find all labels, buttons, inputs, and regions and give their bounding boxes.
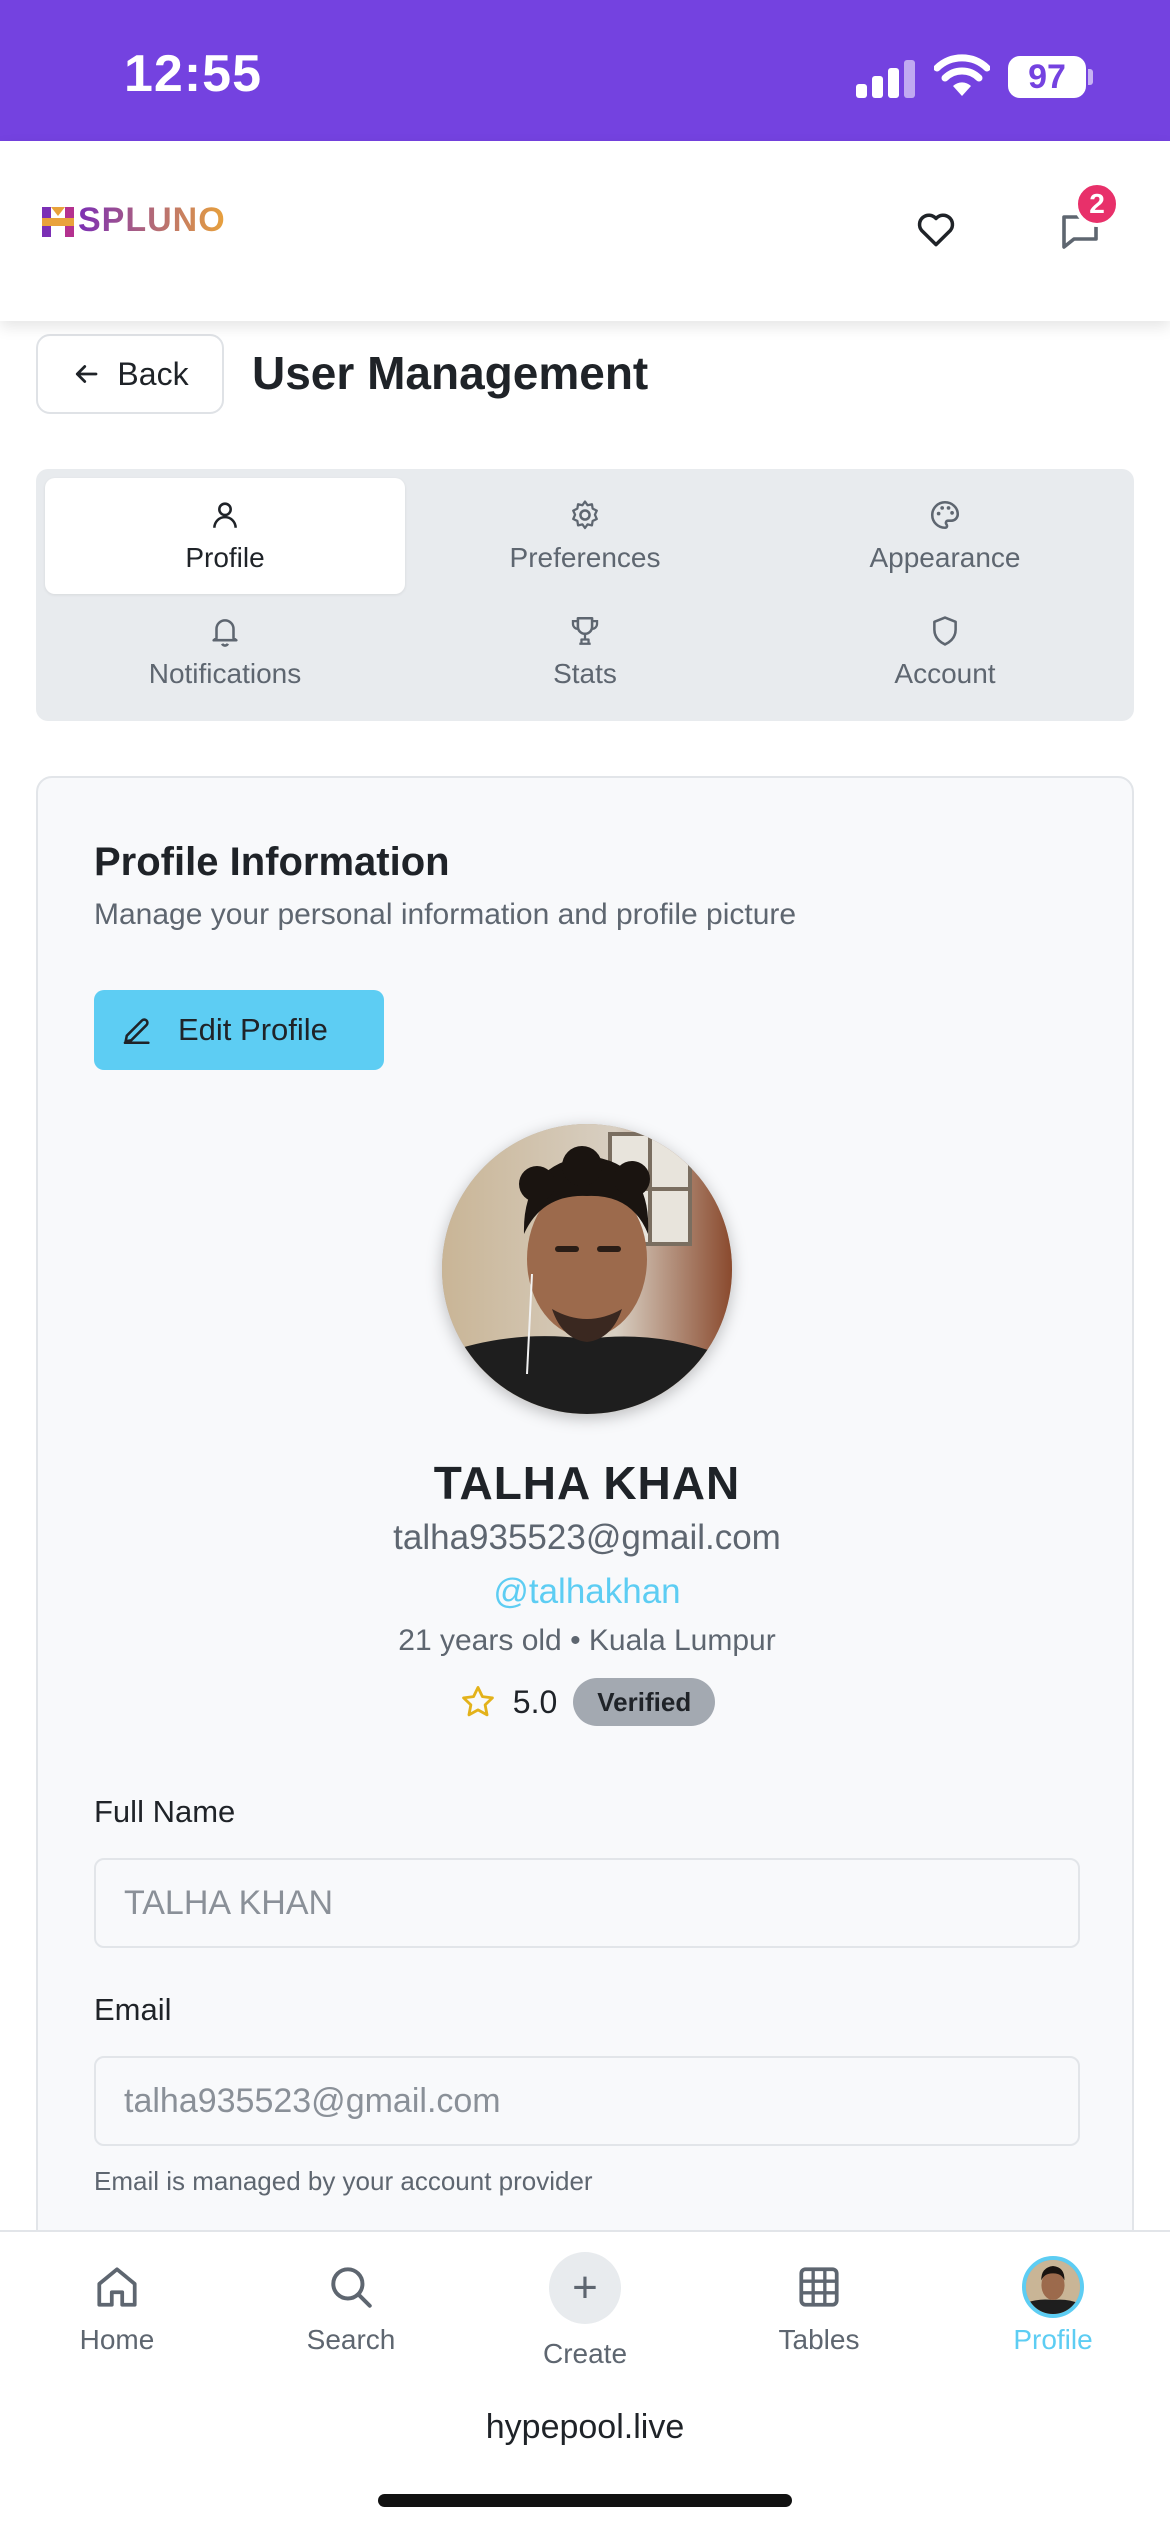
avatar-photo	[1026, 2260, 1080, 2314]
nav-profile[interactable]: Profile	[936, 2232, 1170, 2378]
tab-label: Account	[894, 658, 996, 689]
nav-label: Create	[542, 2338, 628, 2369]
edit-profile-label: Edit Profile	[178, 1012, 328, 1047]
nav-label: Home	[79, 2324, 155, 2355]
full-name-label: Full Name	[94, 1794, 236, 1829]
tab-profile[interactable]: Profile	[45, 478, 405, 594]
profile-username[interactable]: @talhakhan	[38, 1572, 1136, 1612]
profile-name: TALHA KHAN	[433, 1457, 741, 1509]
tab-preferences[interactable]: Preferences	[405, 478, 765, 594]
tab-notifications[interactable]: Notifications	[45, 594, 405, 710]
nav-create[interactable]: + Create	[468, 2232, 702, 2378]
avatar	[1022, 2256, 1084, 2318]
status-time: 12:55	[124, 45, 262, 103]
nav-label: Search	[306, 2324, 396, 2355]
heart-icon[interactable]	[914, 207, 958, 251]
tab-label: Stats	[553, 658, 617, 689]
gear-icon	[572, 500, 598, 530]
pencil-icon	[123, 1018, 150, 1045]
profile-email: talha935523@gmail.com	[393, 1518, 781, 1557]
trophy-icon	[571, 616, 599, 645]
logo-mark-icon	[42, 206, 74, 237]
tab-stats[interactable]: Stats	[405, 594, 765, 710]
profile-avatar[interactable]	[442, 1124, 732, 1414]
email-hint: Email is managed by your account provide…	[94, 2166, 593, 2196]
email-field[interactable]	[94, 2056, 1080, 2146]
arrow-left-icon	[76, 365, 98, 383]
chat-badge: 2	[1074, 181, 1120, 227]
bell-icon	[212, 619, 238, 647]
profile-meta: 21 years old • Kuala Lumpur	[398, 1624, 776, 1657]
tab-account[interactable]: Account	[765, 594, 1125, 710]
rating-value: 5.0	[512, 1683, 558, 1720]
nav-tables[interactable]: Tables	[702, 2232, 936, 2378]
nav-home[interactable]: Home	[0, 2232, 234, 2378]
battery-indicator: 97	[1008, 56, 1086, 98]
plus-icon: +	[549, 2252, 621, 2324]
battery-tip	[1088, 69, 1093, 85]
tab-label: Profile	[185, 542, 265, 573]
tab-label: Preferences	[509, 542, 661, 573]
verified-badge: Verified	[573, 1678, 716, 1726]
page-title: User Management	[252, 347, 649, 399]
bottom-nav: Home Search + Create Tables Profile	[0, 2230, 1170, 2376]
email-label: Email	[94, 1992, 172, 2027]
grid-icon	[799, 2267, 839, 2307]
signal-icon	[856, 58, 916, 98]
wifi-icon	[934, 54, 990, 96]
logo[interactable]: SPLUNO	[40, 201, 226, 240]
tab-appearance[interactable]: Appearance	[765, 478, 1125, 594]
edit-profile-button[interactable]: Edit Profile	[94, 990, 384, 1070]
status-bar: 12:55 97	[0, 0, 1170, 141]
shield-icon	[933, 616, 957, 646]
section-title: Profile Information	[94, 840, 450, 884]
nav-search[interactable]: Search	[234, 2232, 468, 2378]
home-indicator[interactable]	[378, 2494, 792, 2507]
logo-text: SPLUNO	[78, 201, 226, 239]
nav-label: Tables	[778, 2324, 860, 2355]
palette-icon	[930, 500, 960, 530]
full-name-field[interactable]	[94, 1858, 1080, 1948]
url-text: hypepool.live	[485, 2408, 685, 2446]
home-icon	[97, 2267, 137, 2307]
app-header: SPLUNO 2	[0, 141, 1170, 321]
browser-url-bar[interactable]: hypepool.live	[0, 2376, 1170, 2532]
back-button[interactable]: Back	[36, 334, 224, 414]
back-label: Back	[117, 355, 189, 392]
section-subtitle: Manage your personal information and pro…	[94, 898, 797, 931]
settings-tabs: Profile Preferences Appearance Notificat…	[36, 469, 1134, 721]
tab-label: Notifications	[148, 658, 302, 689]
nav-label: Profile	[1013, 2324, 1093, 2355]
profile-photo	[442, 1124, 732, 1414]
search-icon	[331, 2267, 372, 2308]
rating-row: 5.0 Verified	[38, 1678, 1136, 1726]
tab-label: Appearance	[869, 542, 1021, 573]
user-icon	[213, 502, 237, 528]
star-icon	[461, 1686, 494, 1717]
